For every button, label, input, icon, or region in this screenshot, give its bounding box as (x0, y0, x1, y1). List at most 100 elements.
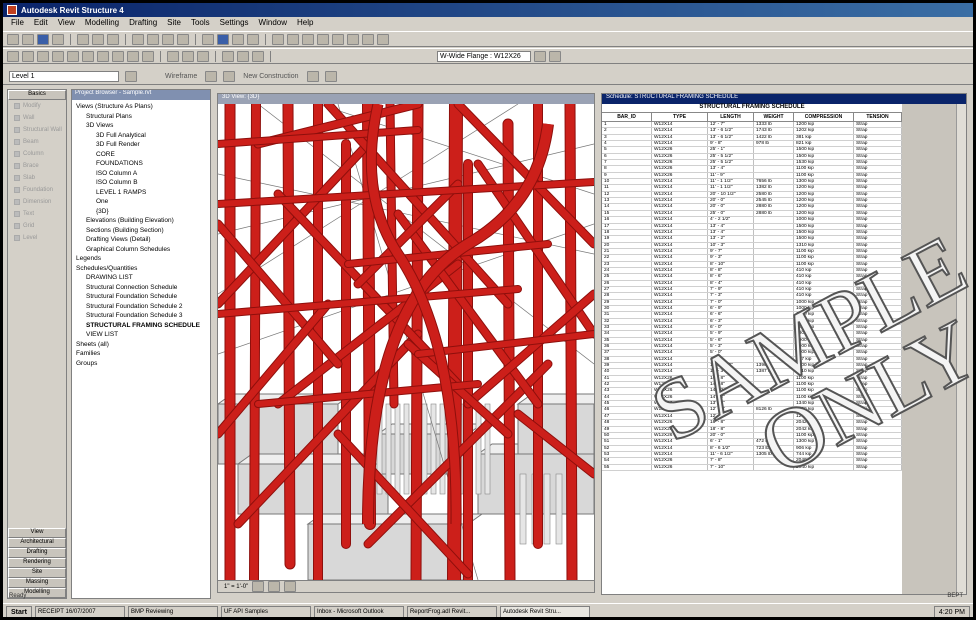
model-graphics-icon[interactable] (268, 581, 281, 592)
design-tool-foundation[interactable]: Foundation (8, 184, 66, 196)
slab-tool-icon[interactable] (332, 33, 344, 45)
design-tab-architectural[interactable]: Architectural (8, 538, 66, 548)
taskbar-item[interactable]: Inbox - Microsoft Outlook (313, 605, 404, 617)
menu-tools[interactable]: Tools (191, 18, 210, 29)
tree-item[interactable]: Structural Foundation Schedule 3 (74, 311, 208, 321)
tree-item[interactable]: Structural Connection Schedule (74, 283, 208, 293)
design-tool-wall[interactable]: Wall (8, 112, 66, 124)
table-row[interactable]: 55 W12X26 7' - 10" 2040 kip Strap (602, 464, 902, 471)
schedule-column-header[interactable]: BAR_ID (602, 113, 652, 121)
phase-button-a[interactable] (306, 71, 319, 82)
tree-item[interactable]: ISO Column A (74, 169, 208, 179)
copy-icon[interactable] (92, 33, 104, 45)
taskbar-item[interactable]: ReportFrog.adl Revit... (406, 605, 497, 617)
level-tool-icon[interactable] (377, 33, 389, 45)
type-properties-icon[interactable] (534, 50, 546, 62)
start-button[interactable]: Start (6, 605, 32, 617)
save-icon[interactable] (37, 33, 49, 45)
menu-settings[interactable]: Settings (220, 18, 249, 29)
tree-item[interactable]: Drafting Views (Detail) (74, 235, 208, 245)
design-tool-text[interactable]: Text (8, 208, 66, 220)
view-cube-icon[interactable] (217, 33, 229, 45)
design-tab-drafting[interactable]: Drafting (8, 548, 66, 558)
menu-help[interactable]: Help (297, 18, 313, 29)
rotate-icon[interactable] (97, 50, 109, 62)
open-icon[interactable] (22, 33, 34, 45)
tree-item[interactable]: Sheets (all) (74, 340, 208, 350)
modify-icon[interactable] (162, 33, 174, 45)
beam-tool-icon[interactable] (287, 33, 299, 45)
schedule-column-header[interactable]: TENSION (854, 113, 902, 121)
wireframe-button[interactable] (205, 71, 218, 82)
design-tab-view[interactable]: View (8, 528, 66, 538)
design-tab-site[interactable]: Site (8, 568, 66, 578)
schedule-column-header[interactable]: WEIGHT (754, 113, 794, 121)
element-properties-icon[interactable] (549, 50, 561, 62)
measure-icon[interactable] (177, 33, 189, 45)
foundation-tool-icon[interactable] (347, 33, 359, 45)
menu-file[interactable]: File (11, 18, 24, 29)
design-bar-basics-tab[interactable]: Basics (8, 90, 66, 100)
tree-item[interactable]: 3D Full Render (74, 140, 208, 150)
trim-icon[interactable] (37, 50, 49, 62)
offset-icon[interactable] (52, 50, 64, 62)
tree-item[interactable]: 3D Full Analytical (74, 131, 208, 141)
delete-icon[interactable] (197, 50, 209, 62)
tree-item[interactable]: Structural Foundation Schedule (74, 292, 208, 302)
design-tool-level[interactable]: Level (8, 232, 66, 244)
scale-icon[interactable] (142, 50, 154, 62)
cut-icon[interactable] (77, 33, 89, 45)
tree-item[interactable]: Families (74, 349, 208, 359)
move-icon[interactable] (67, 50, 79, 62)
menu-site[interactable]: Site (167, 18, 181, 29)
design-tool-column[interactable]: Column (8, 148, 66, 160)
schedule-scrollbar[interactable] (956, 104, 966, 594)
redo-icon[interactable] (147, 33, 159, 45)
thin-lines-icon[interactable] (247, 33, 259, 45)
tree-item[interactable]: FOUNDATIONS (74, 159, 208, 169)
print-icon[interactable] (52, 33, 64, 45)
tree-item[interactable]: Graphical Column Schedules (74, 245, 208, 255)
grid-tool-icon[interactable] (362, 33, 374, 45)
structural-model-canvas[interactable] (218, 104, 594, 580)
menu-drafting[interactable]: Drafting (129, 18, 157, 29)
tree-item[interactable]: DRAWING LIST (74, 273, 208, 283)
detail-level-icon[interactable] (252, 581, 265, 592)
new-icon[interactable] (7, 33, 19, 45)
menu-view[interactable]: View (58, 18, 75, 29)
array-icon[interactable] (127, 50, 139, 62)
pin-icon[interactable] (167, 50, 179, 62)
column-tool-icon[interactable] (302, 33, 314, 45)
taskbar-item[interactable]: BMP Reviewing (127, 605, 218, 617)
tree-item[interactable]: One (74, 197, 208, 207)
design-tool-modify[interactable]: Modify (8, 100, 66, 112)
tree-item[interactable]: Structural Plans (74, 112, 208, 122)
dropdown-arrow-icon[interactable] (125, 71, 137, 82)
taskbar-item-active[interactable]: Autodesk Revit Stru... (499, 605, 590, 617)
tree-item[interactable]: {3D} (74, 207, 208, 217)
tree-item[interactable]: VIEW LIST (74, 330, 208, 340)
design-tool-grid[interactable]: Grid (8, 220, 66, 232)
design-tool-brace[interactable]: Brace (8, 160, 66, 172)
render-icon[interactable] (232, 33, 244, 45)
design-tool-beam[interactable]: Beam (8, 136, 66, 148)
copy-element-icon[interactable] (82, 50, 94, 62)
brace-tool-icon[interactable] (317, 33, 329, 45)
paste-icon[interactable] (107, 33, 119, 45)
menu-window[interactable]: Window (259, 18, 287, 29)
design-tab-rendering[interactable]: Rendering (8, 558, 66, 568)
view-scale[interactable]: 1" = 1'-0" (224, 584, 248, 590)
menu-edit[interactable]: Edit (34, 18, 48, 29)
design-tool-slab[interactable]: Slab (8, 172, 66, 184)
mirror-icon[interactable] (112, 50, 124, 62)
design-tab-massing[interactable]: Massing (8, 578, 66, 588)
align-icon[interactable] (7, 50, 19, 62)
schedule-column-header[interactable]: TYPE (652, 113, 708, 121)
tree-item[interactable]: Structural Foundation Schedule 2 (74, 302, 208, 312)
split-icon[interactable] (22, 50, 34, 62)
tree-item[interactable]: STRUCTURAL FRAMING SCHEDULE (74, 321, 208, 331)
tree-item[interactable]: Elevations (Building Elevation) (74, 216, 208, 226)
ungroup-icon[interactable] (237, 50, 249, 62)
wall-tool-icon[interactable] (272, 33, 284, 45)
unpin-icon[interactable] (182, 50, 194, 62)
